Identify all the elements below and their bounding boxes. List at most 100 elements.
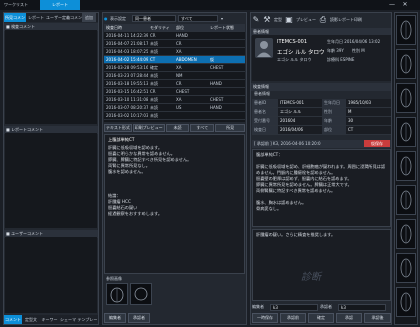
- tab-report-comment[interactable]: レポート: [26, 13, 46, 22]
- table-row[interactable]: 2016-04-11 14:22:39 CR HAND: [104, 32, 245, 40]
- info-value: 201604: [278, 117, 322, 125]
- col-date[interactable]: 検査日時: [104, 24, 148, 31]
- report-body[interactable]: 腹部単純CT： 肝臓に低吸収域を認め、肝細胞癌が疑われます。周囲に浸潤所見は認め…: [253, 150, 390, 226]
- table-row[interactable]: 2016-03-02 10:17:03 未読: [104, 112, 245, 120]
- approve-button[interactable]: 承認: [336, 313, 362, 323]
- chevron-down-icon[interactable]: ▾: [218, 16, 226, 21]
- report-editor[interactable]: 腹部単純CT： 肝臓に低吸収域を認め、肝細胞癌が疑われます。周囲に浸潤所見は認め…: [252, 149, 391, 227]
- table-row[interactable]: 2016-03-15 16:42:51 CR CHEST: [104, 88, 245, 96]
- table-cell: CR: [150, 33, 156, 38]
- image-thumbnail[interactable]: [396, 117, 416, 147]
- table-row[interactable]: 2016-03-23 07:28:44 未読 NM: [104, 72, 245, 80]
- col-modality[interactable]: モダリティ: [148, 24, 174, 31]
- all-button[interactable]: すべて: [190, 124, 215, 132]
- filter-status-select[interactable]: すべて: [178, 15, 218, 22]
- exam-comment-list[interactable]: [5, 30, 97, 124]
- print-icon[interactable]: ⎙: [319, 15, 327, 25]
- table-cell: XA: [176, 65, 182, 70]
- table-cell: 2016-03-18 19:55:13: [106, 81, 148, 86]
- approver-field[interactable]: k3: [338, 303, 386, 311]
- col-body-part[interactable]: 部位: [174, 24, 208, 31]
- info-value: CT: [346, 126, 391, 134]
- tab-template-text[interactable]: 定型文: [22, 315, 40, 324]
- table-row[interactable]: 2016-03-10 11:31:08 未読 XA CHEST: [104, 96, 245, 104]
- minimize-icon[interactable]: —: [387, 0, 397, 10]
- pre-approval-button[interactable]: 承認前: [280, 313, 306, 323]
- confirm-button[interactable]: 確定: [308, 313, 334, 323]
- study-info-header: 検査情報: [251, 83, 391, 91]
- editor-field[interactable]: k3: [270, 303, 318, 311]
- print-preview-button[interactable]: 印刷プレビュー: [132, 124, 165, 132]
- thumbnail-strip: [394, 12, 418, 325]
- finding-viewer[interactable]: 上腹部単純CT 肝臓に低吸収域を認めます。 胆嚢に明らかな異常を認めません。 膵…: [104, 134, 245, 274]
- table-cell: CR: [150, 89, 156, 94]
- wrench-icon[interactable]: ⚒: [263, 15, 271, 25]
- preview-icon[interactable]: ▣: [285, 15, 293, 25]
- editor-row: 編集者 k3 承認者 k3: [252, 303, 391, 311]
- close-icon[interactable]: ✕: [400, 0, 410, 10]
- image-thumbnail[interactable]: [396, 185, 416, 215]
- impression-body[interactable]: 肝腫瘤の疑い。さらに精査を推奨します。: [253, 230, 390, 240]
- image-thumbnail[interactable]: [396, 287, 416, 317]
- tab-keyword[interactable]: キーワード: [40, 315, 59, 327]
- user-comment-list[interactable]: [5, 237, 97, 313]
- image-thumbnail[interactable]: [396, 49, 416, 79]
- table-row[interactable]: 2016-03-18 19:55:13 未読 CR HAND: [104, 80, 245, 88]
- tab-finding-comment[interactable]: 所見コメント: [4, 13, 26, 29]
- tab-report[interactable]: レポート: [40, 0, 80, 10]
- approver-label[interactable]: 承認者: [128, 313, 150, 323]
- filter-patient-select[interactable]: 同一患者: [132, 15, 176, 22]
- image-thumbnail[interactable]: [396, 151, 416, 181]
- table-cell: 未読: [150, 73, 158, 78]
- table-cell: 2016-04-07 21:08:17: [106, 41, 148, 46]
- table-cell: 未読: [150, 113, 158, 118]
- image-thumbnail[interactable]: [396, 253, 416, 283]
- comment-tabs: 所見コメント レポート ユーザー定義コメント 追加: [4, 13, 98, 29]
- xray-thumb-icon: [134, 287, 148, 301]
- add-button[interactable]: 追加: [82, 13, 96, 22]
- tab-template[interactable]: テンプレート: [77, 315, 98, 327]
- print-button[interactable]: 読影レポート印刷: [330, 17, 362, 23]
- template-button[interactable]: 定型: [274, 17, 282, 23]
- pen-icon[interactable]: ✎: [252, 15, 260, 25]
- table-cell: [208, 40, 245, 47]
- post-approval-button[interactable]: 承認後: [364, 313, 391, 323]
- info-label: 受付番号: [252, 117, 278, 125]
- impression-editor[interactable]: 肝腫瘤の疑い。さらに精査を推奨します。 診断: [252, 229, 391, 301]
- table-row[interactable]: 2016-03-28 09:53:16 確定 XA CHEST: [104, 64, 245, 72]
- col-status[interactable]: レポート状態: [208, 24, 245, 31]
- table-cell: [208, 32, 245, 39]
- tab-comment[interactable]: コメント: [4, 315, 22, 324]
- bottom-buttons: 一時保存 承認前 確定 承認 承認後: [252, 313, 391, 324]
- info-label: 年齢: [322, 117, 346, 125]
- table-row[interactable]: 2016-04-02 15:44:09 CT ABDOMEN 仮: [104, 56, 245, 64]
- table-cell: HAND: [210, 81, 222, 86]
- table-cell: [208, 112, 245, 119]
- image-thumbnail[interactable]: [396, 219, 416, 249]
- table-cell: 仮: [210, 57, 214, 62]
- report-panel: ✎ ⚒ 定型 ▣ プレビュー ⎙ 読影レポート印刷 患者情報 ITEMCS-00…: [250, 12, 392, 325]
- table-row[interactable]: 2016-04-07 21:08:17 未読 CR: [104, 40, 245, 48]
- filter-label: 表示設定: [110, 15, 126, 21]
- table-cell: 2016-03-07 08:20:37: [106, 105, 148, 110]
- text-format-button[interactable]: テキスト形式: [104, 124, 132, 132]
- editor-label[interactable]: 編集者: [104, 313, 126, 323]
- preview-button[interactable]: プレビュー: [296, 17, 316, 23]
- report-comment-list[interactable]: [5, 133, 97, 228]
- table-row[interactable]: 2016-03-07 08:20:37 未読 US HAND: [104, 104, 245, 112]
- info-label: 生年月日: [322, 99, 346, 107]
- finding-button[interactable]: 所見: [215, 124, 245, 132]
- tab-schema[interactable]: シェーマ: [59, 315, 77, 324]
- table-row[interactable]: 2016-04-03 18:07:25 未読 XA: [104, 48, 245, 56]
- ref-image-thumb[interactable]: [130, 283, 152, 305]
- temp-save-button[interactable]: 一時保存: [252, 313, 278, 323]
- tab-user-comment[interactable]: ユーザー定義コメント: [46, 13, 82, 29]
- unread-button[interactable]: 未読: [165, 124, 190, 132]
- table-cell: 2016-03-28 09:53:16: [106, 65, 148, 70]
- table-cell: CR: [176, 81, 182, 86]
- table-cell: ABDOMEN: [176, 57, 197, 62]
- image-thumbnail[interactable]: [396, 83, 416, 113]
- ref-image-thumb[interactable]: [106, 283, 128, 305]
- tab-worklist[interactable]: ワークリスト: [4, 2, 28, 8]
- image-thumbnail[interactable]: [396, 15, 416, 45]
